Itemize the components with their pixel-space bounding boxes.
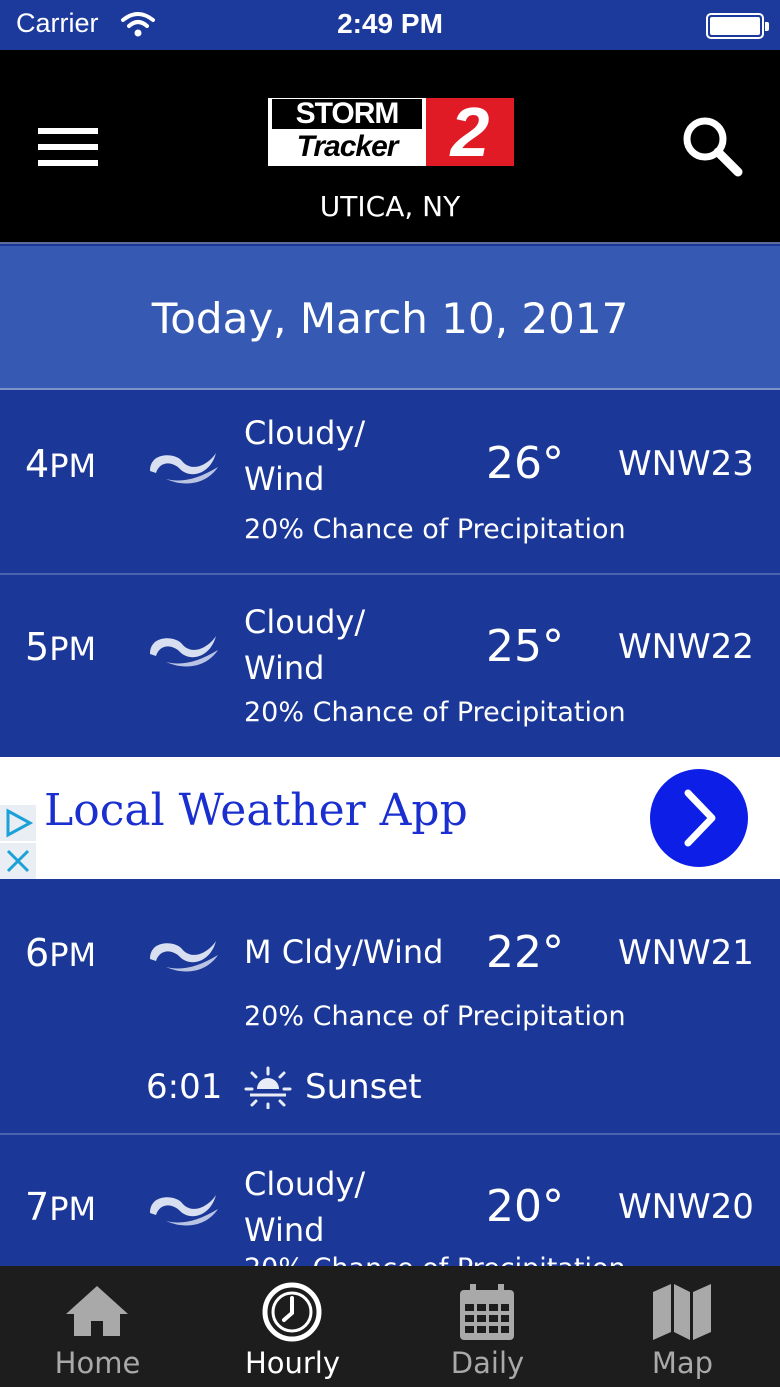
temperature: 22° xyxy=(486,927,564,978)
tab-daily[interactable]: Daily xyxy=(390,1266,585,1387)
hour-label: 6PM xyxy=(25,931,97,975)
wind-speed: WNW20 xyxy=(618,1187,754,1227)
search-icon[interactable] xyxy=(680,114,744,178)
location-label[interactable]: UTICA, NY xyxy=(0,190,780,223)
wind-speed: WNW21 xyxy=(618,933,754,973)
logo-tracker: Tracker xyxy=(296,130,399,163)
temperature: 20° xyxy=(486,1181,564,1232)
hour-label: 5PM xyxy=(25,625,97,669)
status-time: 2:49 PM xyxy=(337,8,443,39)
hourly-row[interactable]: 7PM Cloudy/Wind 20° WNW20 20% Chance of … xyxy=(0,1137,780,1266)
wind-icon xyxy=(150,453,218,484)
chevron-right-icon xyxy=(684,789,716,847)
precip-chance: 20% Chance of Precipitation xyxy=(244,697,626,728)
ad-info-icon[interactable] xyxy=(0,805,36,841)
tab-home[interactable]: Home xyxy=(0,1266,195,1387)
calendar-icon xyxy=(460,1284,514,1340)
tab-map[interactable]: Map xyxy=(585,1266,780,1387)
date-banner: Today, March 10, 2017 xyxy=(0,246,780,390)
precip-chance: 20% Chance of Precipitation xyxy=(244,1001,626,1032)
tab-bar: Home Hourly Daily Map xyxy=(0,1266,780,1387)
status-bar: Carrier 2:49 PM xyxy=(0,0,780,50)
ad-banner[interactable]: Local Weather App xyxy=(0,757,780,879)
battery-icon xyxy=(706,13,769,39)
wind-speed: WNW22 xyxy=(618,627,754,667)
home-icon xyxy=(66,1286,128,1336)
wind-icon xyxy=(150,1195,218,1226)
tab-label: Map xyxy=(651,1346,714,1380)
hour-label: 7PM xyxy=(25,1185,97,1229)
condition-text: Cloudy/Wind xyxy=(244,603,366,687)
date-label: Today, March 10, 2017 xyxy=(151,294,629,343)
logo-storm: STORM xyxy=(272,99,422,129)
precip-chance: 20% Chance of Precipitation xyxy=(244,514,626,545)
clock-icon xyxy=(262,1282,322,1342)
precip-chance: 20% Chance of Precipitation xyxy=(244,1253,626,1266)
menu-icon[interactable] xyxy=(38,128,98,168)
ad-cta-button[interactable] xyxy=(650,769,748,867)
sunset-icon xyxy=(244,1066,292,1109)
logo-number: 2 xyxy=(426,97,514,167)
hourly-row[interactable]: 6PM M Cldy/Wind 22° WNW21 20% Chance of … xyxy=(0,879,780,1135)
logo: STORM Tracker 2 xyxy=(268,97,514,167)
tab-label: Hourly xyxy=(244,1346,341,1380)
wind-icon xyxy=(150,636,218,667)
sunset-time: 6:01 xyxy=(146,1067,223,1107)
ad-text[interactable]: Local Weather App xyxy=(44,785,468,836)
tab-label: Home xyxy=(54,1346,141,1380)
hour-label: 4PM xyxy=(25,442,97,486)
tab-label: Daily xyxy=(450,1346,525,1380)
hourly-row[interactable]: 4PM Cloudy/Wind 26° WNW23 20% Chance of … xyxy=(0,392,780,575)
map-icon xyxy=(653,1284,711,1340)
temperature: 25° xyxy=(486,621,564,672)
ad-close-icon[interactable] xyxy=(0,843,36,879)
condition-text: M Cldy/Wind xyxy=(244,933,444,971)
condition-text: Cloudy/Wind xyxy=(244,1165,366,1249)
tab-hourly[interactable]: Hourly xyxy=(195,1266,390,1387)
temperature: 26° xyxy=(486,438,564,489)
sunset-label: Sunset xyxy=(305,1067,422,1107)
app-header: STORM Tracker 2 UTICA, NY xyxy=(0,50,780,244)
hourly-row[interactable]: 5PM Cloudy/Wind 25° WNW22 20% Chance of … xyxy=(0,575,780,757)
wind-speed: WNW23 xyxy=(618,444,754,484)
wind-icon xyxy=(150,941,218,972)
condition-text: Cloudy/Wind xyxy=(244,414,366,498)
